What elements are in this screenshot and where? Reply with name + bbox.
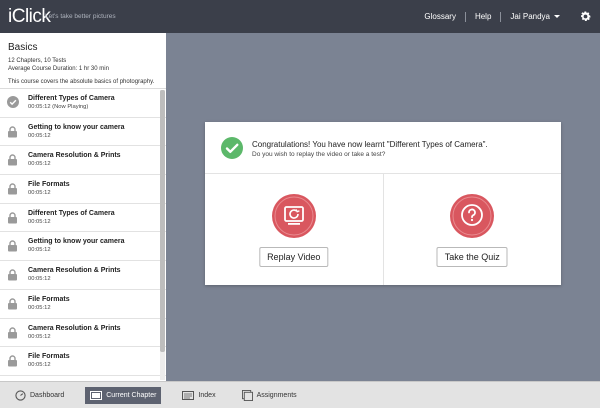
chapter-duration: 00:05:12 (Now Playing) xyxy=(28,104,89,110)
chapter-title: File Formats xyxy=(28,181,70,189)
dialog-subtitle: Do you wish to replay the video or take … xyxy=(252,151,386,158)
chapter-title: Camera Resolution & Prints xyxy=(28,324,121,332)
dialog-title: Congratulations! You have now learnt "Di… xyxy=(252,140,488,149)
replay-video-button[interactable]: Replay Video xyxy=(259,247,329,267)
course-meta-chapters: 12 Chapters, 10 Tests xyxy=(8,58,67,64)
lock-icon xyxy=(8,240,17,252)
chapter-duration: 00:05:12 xyxy=(28,276,51,283)
lock-icon xyxy=(8,355,17,367)
nav-assignments-label: Assignments xyxy=(256,391,297,399)
chapter-duration: 00:05:12 xyxy=(28,304,51,311)
completion-dialog: Congratulations! You have now learnt "Di… xyxy=(205,122,561,285)
user-name: Jai Pandya xyxy=(510,12,550,21)
nav-index[interactable]: Index xyxy=(177,387,220,404)
nav-assignments[interactable]: Assignments xyxy=(237,387,302,404)
user-menu[interactable]: Jai Pandya xyxy=(510,12,560,21)
dashboard-icon xyxy=(15,389,26,401)
chapter-title: Camera Resolution & Prints xyxy=(28,152,121,160)
chapter-item[interactable]: Different Types of Camera 00:05:12 xyxy=(0,204,166,233)
chapter-item[interactable]: Camera Resolution & Prints 00:05:12 xyxy=(0,146,166,176)
chevron-down-icon xyxy=(554,15,560,19)
course-header: Basics 12 Chapters, 10 Tests Average Cou… xyxy=(0,33,166,89)
chapter-title: Getting to know your camera xyxy=(28,123,125,131)
chapter-item[interactable]: Different Types of Camera 00:05:12 (Now P… xyxy=(0,89,166,118)
chapter-title: Camera Resolution & Prints xyxy=(28,267,121,275)
chapter-duration: 00:05:12 xyxy=(28,132,51,139)
nav-dashboard[interactable]: Dashboard xyxy=(10,387,69,404)
check-circle-icon xyxy=(221,137,243,159)
chapter-title: File Formats xyxy=(28,295,70,303)
app-tagline: Let's take better pictures xyxy=(45,13,116,20)
top-nav: Glossary Help Jai Pandya xyxy=(424,0,560,33)
course-title: Basics xyxy=(8,42,38,53)
chapter-duration: 00:05:12 xyxy=(28,247,51,254)
nav-current-chapter[interactable]: Current Chapter xyxy=(85,386,162,404)
lock-icon xyxy=(8,154,17,166)
lock-icon xyxy=(8,212,17,224)
chapter-duration: 00:05:12 xyxy=(28,218,51,225)
question-icon[interactable] xyxy=(450,194,495,238)
replay-icon[interactable] xyxy=(271,194,316,238)
course-meta-duration: Average Course Duration: 1 hr 30 min xyxy=(8,66,109,72)
check-circle-icon xyxy=(7,96,19,108)
chapter-title: Different Types of Camera xyxy=(28,95,115,102)
scrollbar-thumb[interactable] xyxy=(160,90,165,352)
lock-icon xyxy=(8,326,17,338)
video-icon xyxy=(90,390,103,400)
chapter-item[interactable]: Camera Resolution & Prints 00:05:12 xyxy=(0,319,166,348)
nav-divider xyxy=(500,11,502,22)
take-quiz-button[interactable]: Take the Quiz xyxy=(436,247,508,267)
chapter-title: File Formats xyxy=(28,353,70,361)
chapter-item[interactable]: File Formats 00:05:12 xyxy=(0,347,166,376)
nav-divider xyxy=(464,11,466,22)
lock-icon xyxy=(8,183,17,195)
assignments-icon xyxy=(241,389,253,401)
chapter-item[interactable]: Getting to know your camera 00:05:12 xyxy=(0,232,166,262)
quiz-option: Take the Quiz xyxy=(382,174,562,285)
chapter-list: Different Types of Camera 00:05:12 (Now P… xyxy=(0,89,166,376)
chapter-item[interactable]: File Formats 00:05:12 xyxy=(0,175,166,204)
chapter-item[interactable]: Getting to know your camera 00:05:12 xyxy=(0,118,166,147)
top-bar: iClick Let's take better pictures Glossa… xyxy=(0,0,600,33)
chapter-sidebar: Basics 12 Chapters, 10 Tests Average Cou… xyxy=(0,33,166,381)
dialog-header: Congratulations! You have now learnt "Di… xyxy=(205,122,561,174)
bottom-nav: Dashboard Current Chapter Index Assignme… xyxy=(0,381,600,408)
gear-icon[interactable] xyxy=(579,10,592,23)
chapter-title: Getting to know your camera xyxy=(28,238,125,246)
index-icon xyxy=(182,390,195,400)
chapter-duration: 00:05:12 xyxy=(28,161,51,168)
lock-icon xyxy=(8,269,17,281)
nav-index-label: Index xyxy=(198,391,216,399)
lock-icon xyxy=(8,298,17,310)
chapter-item[interactable]: Camera Resolution & Prints 00:05:12 xyxy=(0,261,166,290)
dialog-options: Replay Video Take the Quiz xyxy=(205,174,561,285)
lock-icon xyxy=(8,126,17,138)
chapter-duration: 00:05:12 xyxy=(28,362,51,369)
glossary-link[interactable]: Glossary xyxy=(424,12,456,21)
nav-dashboard-label: Dashboard xyxy=(30,391,65,399)
nav-current-chapter-label: Current Chapter xyxy=(106,391,157,399)
chapter-item[interactable]: File Formats 00:05:12 xyxy=(0,290,166,319)
chapter-duration: 00:05:12 xyxy=(28,333,51,340)
replay-option: Replay Video xyxy=(205,174,383,285)
help-link[interactable]: Help xyxy=(475,12,491,21)
chapter-duration: 00:05:12 xyxy=(28,190,51,197)
chapter-title: Different Types of Camera xyxy=(28,209,115,217)
course-description: This course covers the absolute basics o… xyxy=(8,79,155,85)
